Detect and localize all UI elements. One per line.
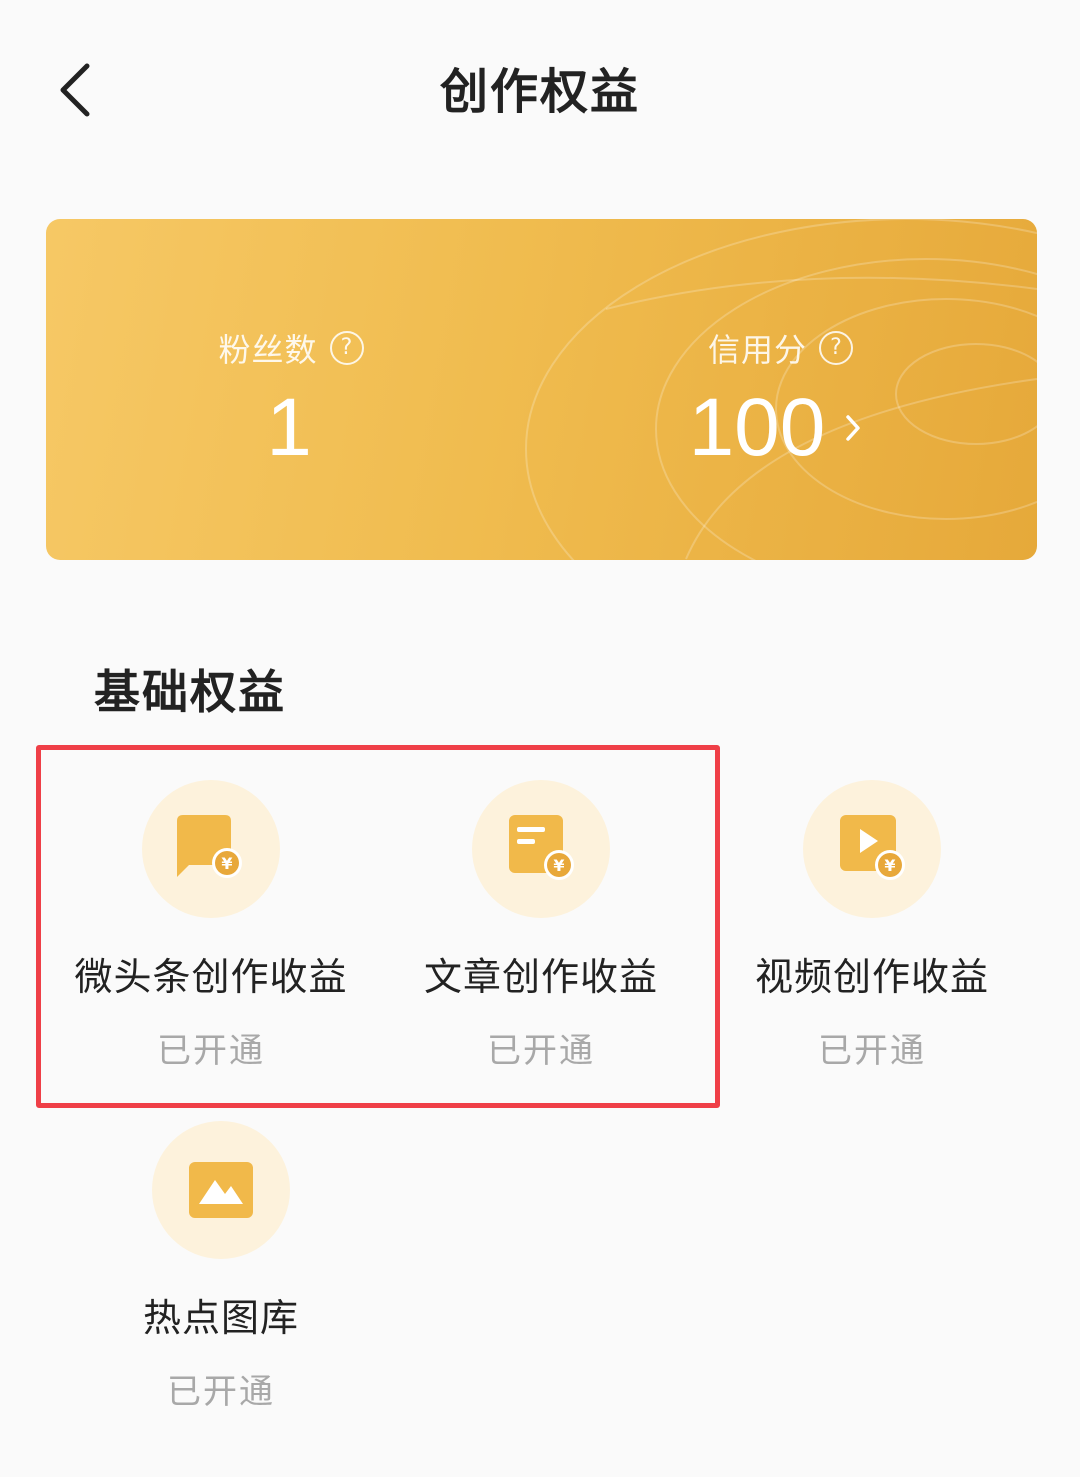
benefit-status: 已开通 [167, 1372, 275, 1412]
help-icon[interactable]: ? [819, 331, 853, 365]
benefit-name: 微头条创作收益 [74, 955, 348, 999]
chevron-right-icon [843, 408, 867, 448]
fans-label: 粉丝数 [218, 331, 318, 369]
benefit-icon-bg [152, 1121, 290, 1259]
benefit-icon-bg: ¥ [803, 780, 941, 918]
video-yuan-icon: ¥ [840, 815, 905, 880]
credit-label: 信用分 [707, 331, 807, 369]
benefit-name: 文章创作收益 [423, 955, 658, 999]
stats-card: 粉丝数 ? 1 信用分 ? 100 [46, 219, 1037, 560]
benefit-name: 热点图库 [142, 1296, 299, 1340]
top-bar: 创作权益 [0, 0, 1080, 170]
benefit-item-gallery[interactable]: 热点图库 已开通 [56, 1121, 386, 1413]
benefit-name: 视频创作收益 [754, 955, 989, 999]
svg-text:¥: ¥ [553, 856, 564, 875]
help-icon[interactable]: ? [329, 331, 364, 365]
svg-text:¥: ¥ [884, 856, 895, 875]
credit-value: 100 [688, 382, 826, 473]
article-yuan-icon: ¥ [509, 815, 574, 880]
chat-yuan-icon: ¥ [177, 815, 242, 878]
benefit-icon-bg: ¥ [472, 780, 610, 918]
page-title: 创作权益 [439, 64, 640, 120]
image-gallery-icon [189, 1162, 253, 1218]
benefit-status: 已开通 [157, 1031, 265, 1071]
benefit-item-video[interactable]: ¥ 视频创作收益 已开通 [707, 780, 1037, 1072]
benefit-item-article[interactable]: ¥ 文章创作收益 已开通 [376, 780, 706, 1072]
benefit-status: 已开通 [487, 1031, 595, 1071]
benefit-status: 已开通 [818, 1031, 926, 1071]
benefit-item-weitoutiao[interactable]: ¥ 微头条创作收益 已开通 [46, 780, 376, 1072]
svg-text:¥: ¥ [221, 854, 232, 873]
fans-value: 1 [266, 382, 312, 473]
section-title: 基础权益 [94, 665, 286, 719]
benefit-icon-bg: ¥ [142, 780, 280, 918]
